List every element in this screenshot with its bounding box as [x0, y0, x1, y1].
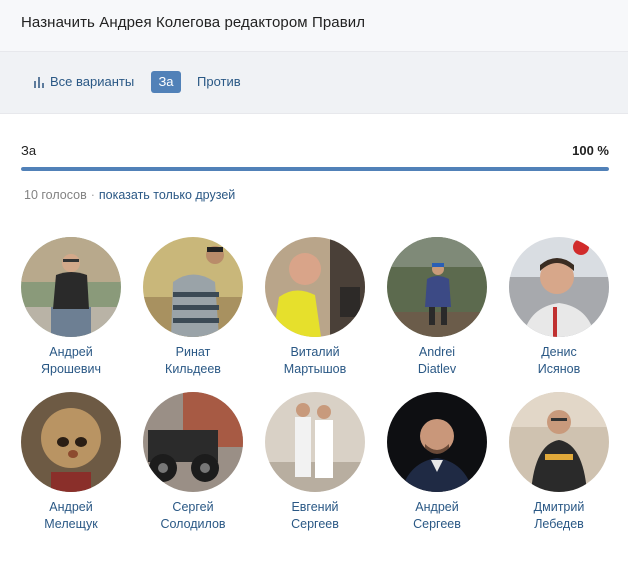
voter-last-name: Лебедев — [534, 517, 584, 531]
avatar[interactable] — [265, 237, 365, 337]
voter-last-name: Мартышов — [283, 362, 347, 376]
avatar[interactable] — [265, 392, 365, 492]
voter-name[interactable]: Дмитрий Лебедев — [509, 499, 609, 533]
avatar[interactable] — [21, 392, 121, 492]
voter-first-name: Сергей — [172, 500, 214, 514]
voter-last-name: Исянов — [537, 362, 581, 376]
voter-card[interactable]: Андрей Сергеев — [387, 392, 487, 533]
voter-card[interactable]: Andrei Diatlev — [387, 237, 487, 378]
voter-first-name: Андрей — [415, 500, 459, 514]
tab-all-options-label: Все варианты — [50, 74, 135, 89]
voter-last-name: Сергеев — [291, 517, 339, 531]
result-progress-track — [21, 167, 609, 171]
voter-last-name: Солодилов — [160, 517, 226, 531]
result-option-label: За — [21, 143, 37, 158]
voter-first-name: Евгений — [291, 500, 339, 514]
tab-for[interactable]: За — [151, 71, 181, 93]
answer-tabs: Все варианты За Против — [0, 52, 628, 114]
voter-card[interactable]: Дмитрий Лебедев — [509, 392, 609, 533]
voter-name[interactable]: Andrei Diatlev — [387, 344, 487, 378]
avatar[interactable] — [509, 392, 609, 492]
votes-meta: 10 голосов · показать только друзей — [24, 188, 235, 202]
votes-count: 10 голосов — [24, 188, 87, 202]
voter-name[interactable]: Ринат Кильдеев — [143, 344, 243, 378]
bar-chart-icon — [34, 76, 44, 88]
poll-title: Назначить Андрея Колегова редактором Пра… — [21, 14, 366, 31]
voter-last-name: Diatlev — [417, 362, 457, 376]
voter-name[interactable]: Виталий Мартышов — [265, 344, 365, 378]
avatar[interactable] — [143, 237, 243, 337]
tab-all-options[interactable]: Все варианты — [34, 71, 134, 93]
voter-first-name: Андрей — [49, 345, 93, 359]
show-friends-only-link[interactable]: показать только друзей — [99, 188, 235, 202]
voter-name[interactable]: Евгений Сергеев — [265, 499, 365, 533]
voter-first-name: Андрей — [49, 500, 93, 514]
voter-name[interactable]: Сергей Солодилов — [143, 499, 243, 533]
voter-card[interactable]: Денис Исянов — [509, 237, 609, 378]
voter-card[interactable]: Андрей Мелещук — [21, 392, 121, 533]
voter-card[interactable]: Андрей Ярошевич — [21, 237, 121, 378]
voter-card[interactable]: Виталий Мартышов — [265, 237, 365, 378]
voter-first-name: Ринат — [175, 345, 211, 359]
voter-name[interactable]: Андрей Сергеев — [387, 499, 487, 533]
voter-last-name: Сергеев — [413, 517, 461, 531]
tab-against[interactable]: Против — [197, 71, 241, 93]
result-percent: 100 % — [572, 143, 609, 158]
voter-first-name: Виталий — [290, 345, 340, 359]
voter-card[interactable]: Сергей Солодилов — [143, 392, 243, 533]
voter-first-name: Денис — [541, 345, 577, 359]
voter-name[interactable]: Андрей Ярошевич — [21, 344, 121, 378]
meta-separator: · — [90, 188, 95, 202]
voter-last-name: Ярошевич — [40, 362, 102, 376]
poll-header: Назначить Андрея Колегова редактором Пра… — [0, 0, 628, 52]
voter-card[interactable]: Ринат Кильдеев — [143, 237, 243, 378]
avatar[interactable] — [143, 392, 243, 492]
result-progress-fill — [21, 167, 609, 171]
voter-name[interactable]: Андрей Мелещук — [21, 499, 121, 533]
avatar[interactable] — [509, 237, 609, 337]
voter-name[interactable]: Денис Исянов — [509, 344, 609, 378]
voter-last-name: Кильдеев — [165, 362, 221, 376]
voter-last-name: Мелещук — [44, 517, 98, 531]
voter-first-name: Andrei — [418, 345, 456, 359]
avatar[interactable] — [387, 392, 487, 492]
voter-first-name: Дмитрий — [533, 500, 585, 514]
avatar[interactable] — [21, 237, 121, 337]
avatar[interactable] — [387, 237, 487, 337]
voter-card[interactable]: Евгений Сергеев — [265, 392, 365, 533]
